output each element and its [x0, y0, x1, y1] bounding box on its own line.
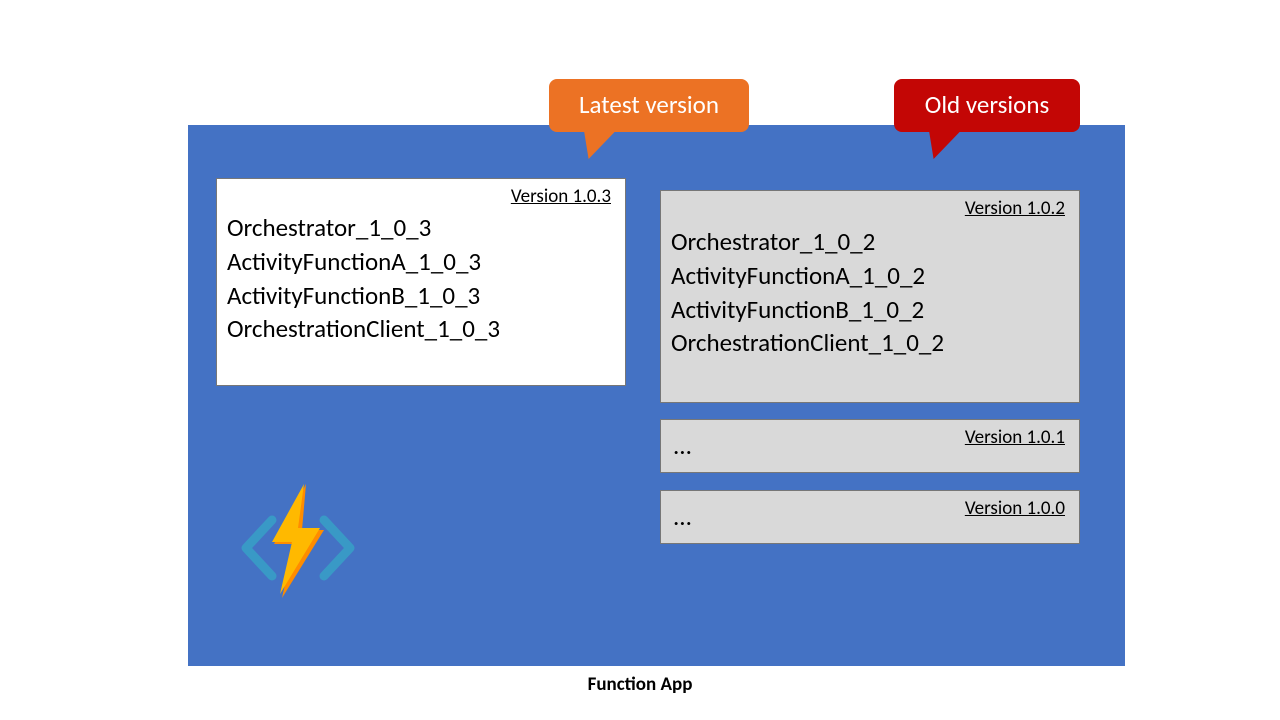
function-item: ActivityFunctionA_1_0_2: [671, 259, 944, 293]
function-list: Orchestrator_1_0_2 ActivityFunctionA_1_0…: [671, 225, 944, 360]
version-label: Version 1.0.2: [965, 197, 1065, 220]
diagram-caption: Function App: [0, 673, 1280, 696]
version-card-old-collapsed: Version 1.0.1 ...: [660, 419, 1080, 473]
version-card-old-expanded: Version 1.0.2 Orchestrator_1_0_2 Activit…: [660, 190, 1080, 403]
version-card-old-collapsed: Version 1.0.0 ...: [660, 490, 1080, 544]
azure-functions-icon: [238, 480, 358, 600]
version-label: Version 1.0.0: [965, 497, 1065, 520]
callout-old-label: Old versions: [925, 89, 1049, 120]
callout-latest-version: Latest version: [549, 79, 749, 132]
function-item: ActivityFunctionA_1_0_3: [227, 245, 500, 279]
version-label: Version 1.0.1: [965, 426, 1065, 449]
version-label: Version 1.0.3: [511, 185, 611, 208]
ellipsis: ...: [673, 430, 692, 461]
version-card-latest: Version 1.0.3 Orchestrator_1_0_3 Activit…: [216, 178, 626, 386]
function-item: Orchestrator_1_0_2: [671, 225, 944, 259]
function-item: OrchestrationClient_1_0_2: [671, 326, 944, 360]
function-item: OrchestrationClient_1_0_3: [227, 312, 500, 346]
function-item: ActivityFunctionB_1_0_3: [227, 279, 500, 313]
ellipsis: ...: [673, 501, 692, 532]
callout-latest-label: Latest version: [579, 89, 719, 120]
function-item: ActivityFunctionB_1_0_2: [671, 293, 944, 327]
callout-old-versions: Old versions: [894, 79, 1080, 132]
function-list: Orchestrator_1_0_3 ActivityFunctionA_1_0…: [227, 211, 500, 346]
function-item: Orchestrator_1_0_3: [227, 211, 500, 245]
